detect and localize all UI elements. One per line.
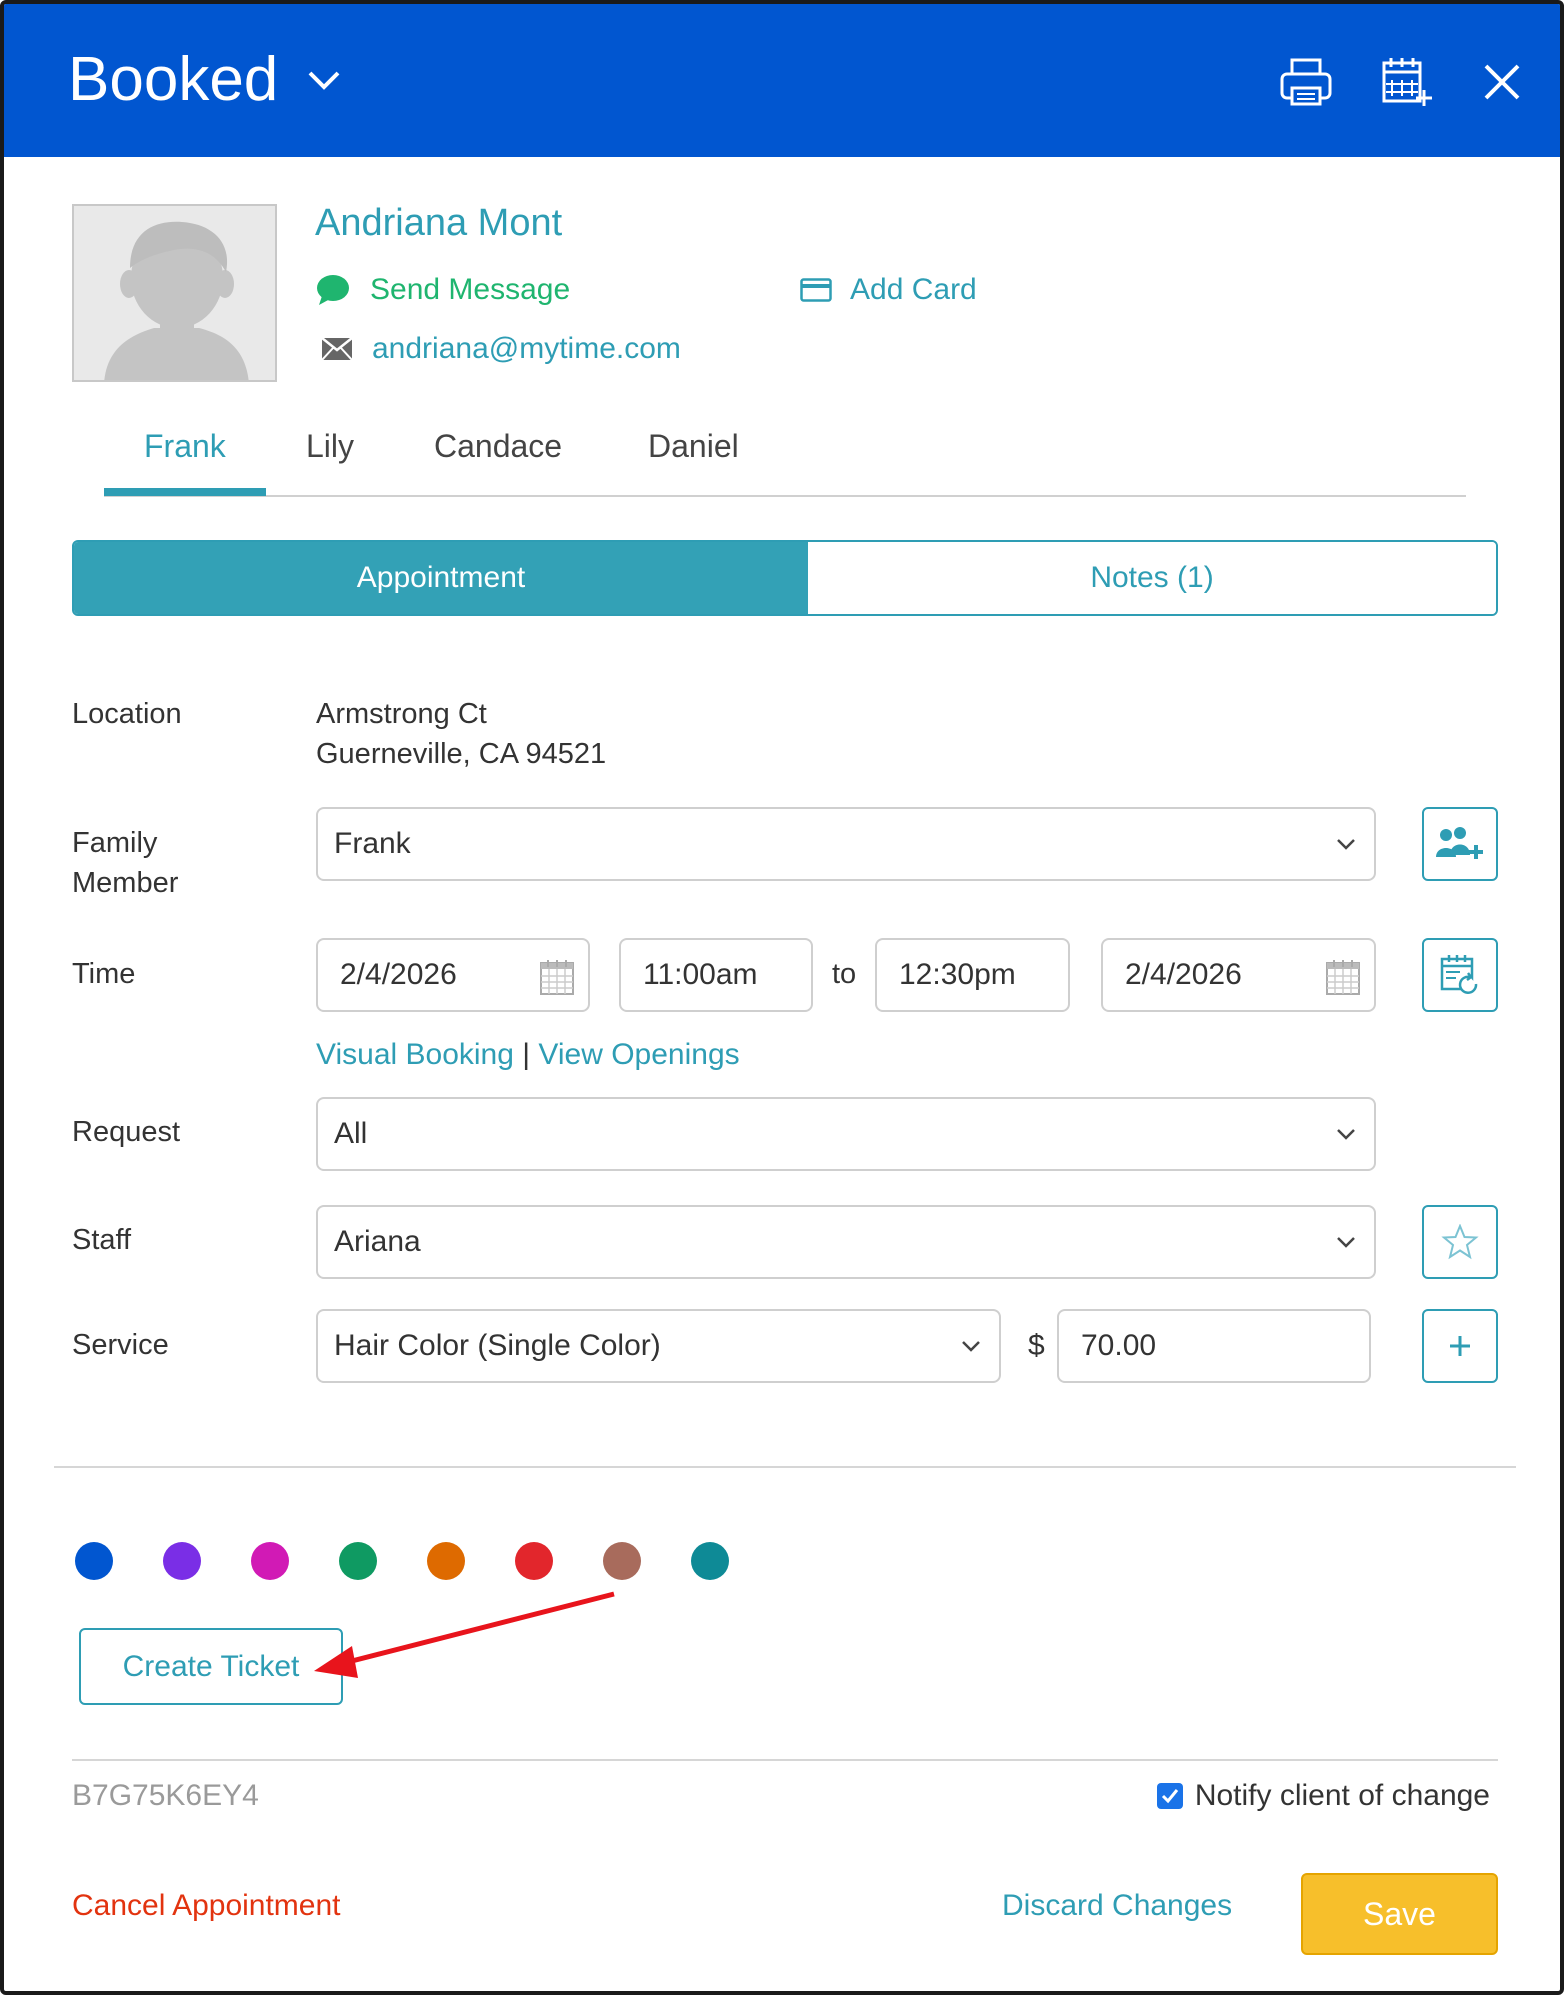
end-time-value: 12:30pm [899,958,1016,991]
booking-code: B7G75K6EY4 [72,1779,259,1812]
notify-label: Notify client of change [1194,1779,1490,1812]
tabs-divider [104,495,1466,497]
plus-icon [1450,1336,1470,1356]
color-tag-dot[interactable] [75,1542,113,1580]
footer-divider [72,1759,1498,1761]
discard-changes-link[interactable]: Discard Changes [1002,1886,1232,1926]
section-divider [54,1466,1516,1468]
close-icon[interactable] [1474,54,1530,110]
color-tag-dot[interactable] [691,1542,729,1580]
calendar-add-icon[interactable] [1378,54,1434,110]
link-separator: | [522,1038,531,1071]
currency-symbol: $ [1028,1329,1045,1362]
service-label: Service [72,1329,169,1361]
price-input[interactable]: 70.00 [1057,1309,1371,1383]
staff-label: Staff [72,1224,132,1256]
start-date-value: 2/4/2026 [340,958,457,991]
color-tag-dot[interactable] [163,1542,201,1580]
time-to-label: to [832,958,857,990]
start-time-input[interactable]: 11:00am [619,938,813,1012]
service-select[interactable]: Hair Color (Single Color) [316,1309,1001,1383]
calendar-icon [540,960,574,995]
booking-links: Visual Booking | View Openings [316,1035,740,1075]
staff-value: Ariana [334,1225,421,1258]
email-link[interactable]: andriana@mytime.com [322,329,681,369]
email-label: andriana@mytime.com [372,332,681,365]
chat-bubble-icon [317,275,349,305]
send-message-link[interactable]: Send Message [316,270,570,310]
chevron-down-icon [1337,1129,1355,1140]
tab-frank[interactable]: Frank [144,422,226,470]
add-family-icon [1436,827,1483,859]
color-tag-dot[interactable] [251,1542,289,1580]
add-card-link[interactable]: Add Card [800,270,977,310]
request-label: Request [72,1116,181,1148]
annotation-arrow [314,1591,615,1678]
time-label: Time [72,958,136,990]
location-label: Location [72,698,182,730]
printer-icon[interactable] [1278,54,1334,110]
end-time-input[interactable]: 12:30pm [875,938,1070,1012]
start-time-value: 11:00am [643,958,758,991]
status-title: Booked [68,45,279,114]
family-member-select[interactable]: Frank [316,807,1376,881]
appointment-modal: Booked Andriana Mont Send Message Add Ca… [0,0,1564,1995]
location-line2: Guerneville, CA 94521 [316,738,607,770]
chevron-down-icon [962,1341,980,1352]
calendar-repeat-icon [1440,955,1478,994]
recurring-calendar-button[interactable] [1422,938,1498,1012]
price-value: 70.00 [1081,1329,1157,1362]
notify-checkbox[interactable] [1156,1783,1183,1809]
request-value: All [334,1117,368,1150]
cancel-appointment-link[interactable]: Cancel Appointment [72,1886,341,1926]
request-select[interactable]: All [316,1097,1376,1171]
save-button[interactable]: Save [1301,1873,1498,1955]
visual-booking-link[interactable]: Visual Booking [316,1038,514,1071]
modal-header: Booked [4,4,1560,157]
chevron-down-icon[interactable] [306,68,342,92]
view-openings-link[interactable]: View Openings [538,1038,739,1071]
end-date-value: 2/4/2026 [1125,958,1242,991]
color-tag-dot[interactable] [515,1542,553,1580]
checkmark-icon [1161,1789,1178,1804]
color-tag-dot[interactable] [339,1542,377,1580]
calendar-icon [1326,960,1360,995]
active-tab-indicator [104,488,266,496]
send-message-label: Send Message [370,273,571,306]
avatar [72,204,277,382]
end-date-input[interactable]: 2/4/2026 [1101,938,1376,1012]
add-card-label: Add Card [850,273,977,306]
add-family-member-button[interactable] [1422,807,1498,881]
favorite-staff-button[interactable] [1422,1205,1498,1279]
envelope-icon [322,338,352,360]
color-tag-dot[interactable] [427,1542,465,1580]
view-switcher: Appointment Notes (1) [72,540,1498,616]
tab-lily[interactable]: Lily [306,422,354,470]
client-name[interactable]: Andriana Mont [315,200,562,246]
tab-candace[interactable]: Candace [434,422,562,470]
service-value: Hair Color (Single Color) [334,1329,661,1362]
family-member-value: Frank [334,827,411,860]
color-tag-dot[interactable] [603,1542,641,1580]
location-line1: Armstrong Ct [316,698,487,730]
start-date-input[interactable]: 2/4/2026 [316,938,590,1012]
star-icon [1441,1224,1479,1260]
appointment-tab[interactable]: Appointment [74,542,808,614]
credit-card-icon [800,278,832,302]
notes-tab[interactable]: Notes (1) [808,542,1496,614]
notify-client: Notify client of change [1156,1776,1490,1816]
family-member-label-2: Member [72,867,179,899]
staff-select[interactable]: Ariana [316,1205,1376,1279]
chevron-down-icon [1337,1237,1355,1248]
family-member-label-1: Family [72,827,158,859]
chevron-down-icon [1337,839,1355,850]
add-service-button[interactable] [1422,1309,1498,1383]
tab-daniel[interactable]: Daniel [648,422,739,470]
